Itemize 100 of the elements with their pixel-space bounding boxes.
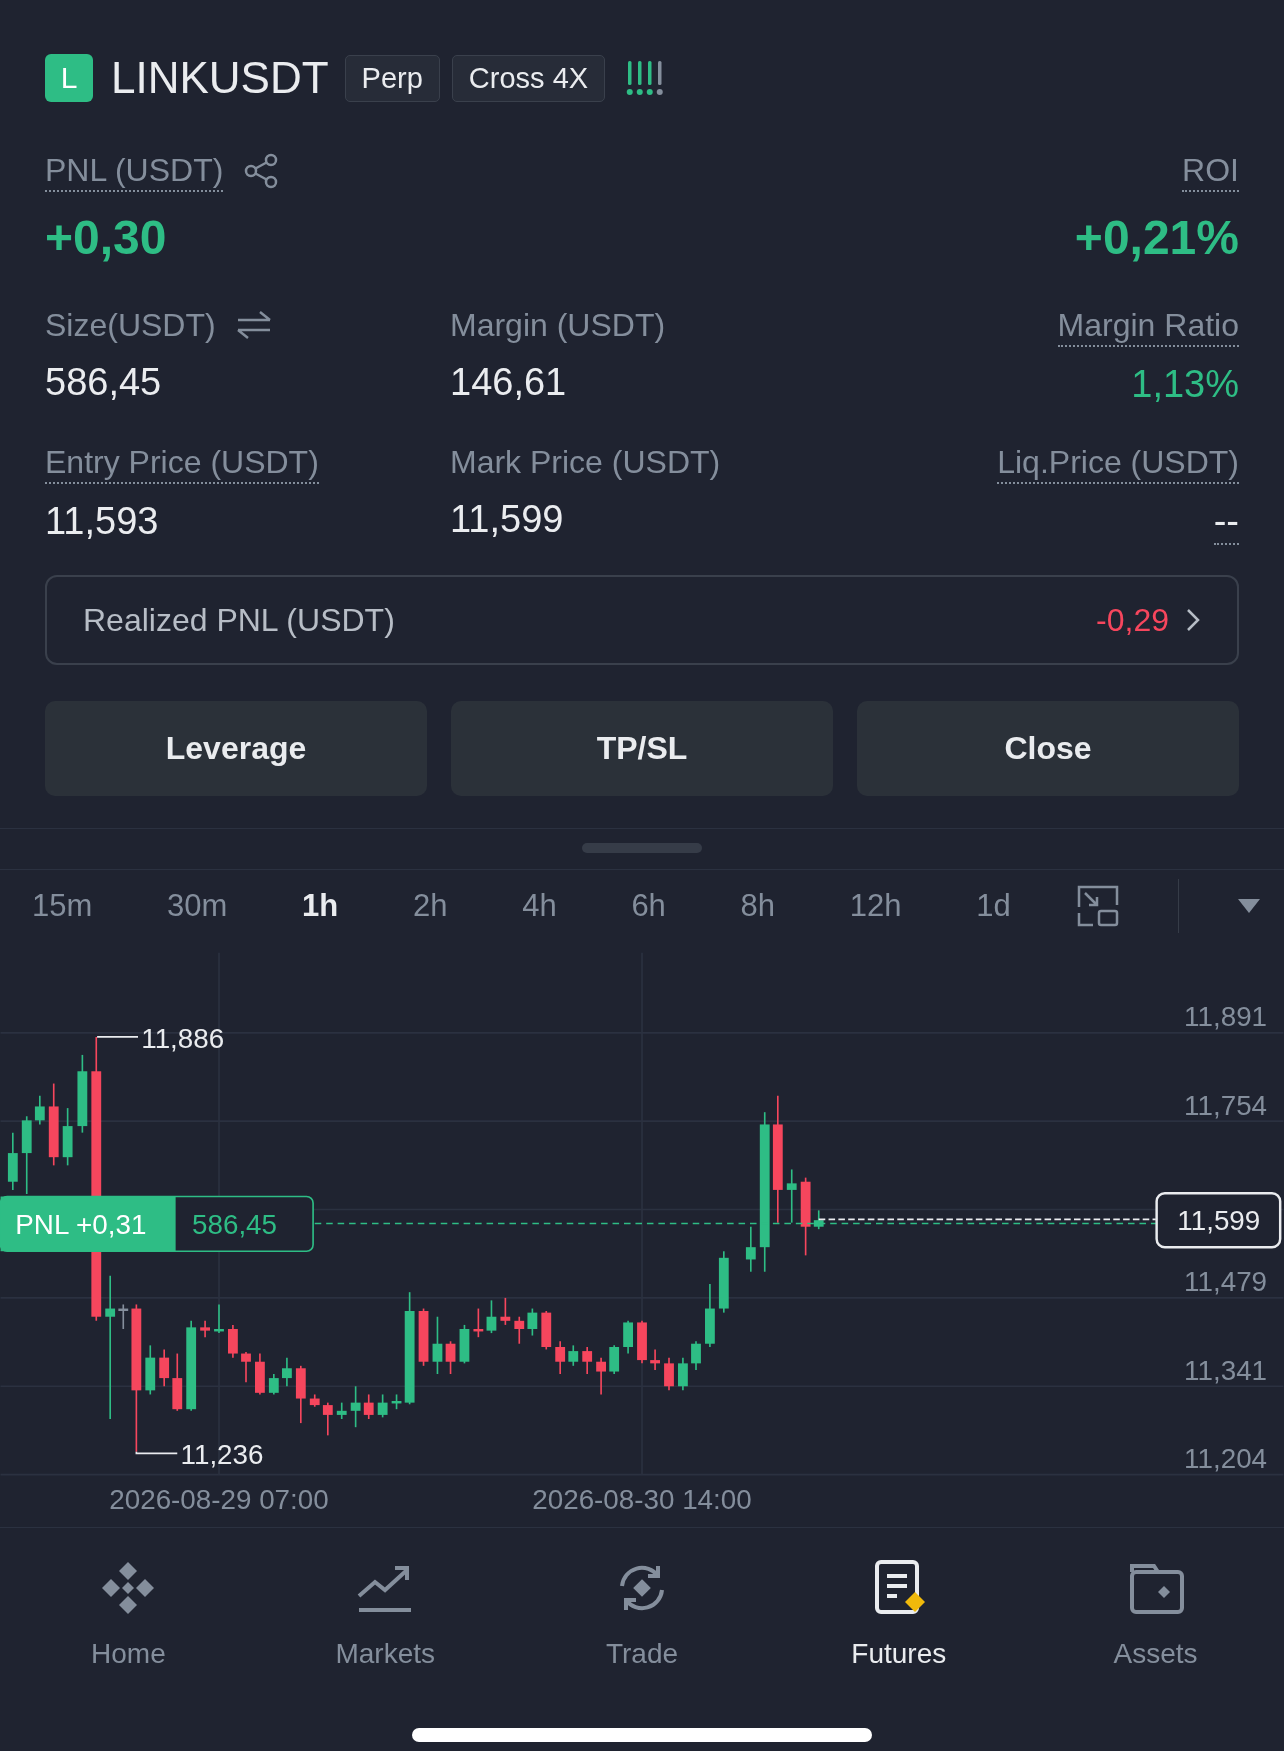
fullscreen-toggle-icon[interactable]	[1077, 885, 1120, 927]
candlestick	[486, 1299, 497, 1334]
interval-tab[interactable]: 15m	[24, 882, 101, 930]
action-button[interactable]: TP/SL	[451, 701, 833, 796]
candlestick	[322, 1401, 333, 1437]
candlestick	[637, 1320, 647, 1365]
position-tag: Cross 4X	[451, 54, 606, 102]
candlestick	[527, 1307, 538, 1337]
dropdown-caret-icon[interactable]	[1237, 899, 1260, 913]
candlestick	[650, 1348, 660, 1371]
nav-tab[interactable]: Trade	[513, 1558, 771, 1670]
nav-tab[interactable]: Markets	[256, 1558, 514, 1670]
candlestick	[391, 1393, 402, 1410]
price-axis-label: 11,341	[1184, 1354, 1268, 1386]
candlestick	[62, 1107, 73, 1167]
candlestick	[514, 1315, 525, 1345]
price-axis-label: 11,204	[1184, 1443, 1268, 1475]
high-price-label: 11,886	[141, 1022, 225, 1054]
candlestick	[500, 1297, 511, 1326]
candlestick	[813, 1209, 824, 1230]
roi-value: +0,21%	[1074, 210, 1239, 265]
action-button[interactable]: Close	[857, 701, 1239, 796]
candlestick	[7, 1131, 18, 1191]
candlestick	[691, 1340, 701, 1371]
candlestick	[609, 1344, 620, 1375]
candlestick	[473, 1307, 484, 1338]
time-axis-label: 2026-08-29 07:00	[109, 1484, 329, 1515]
candlestick	[623, 1320, 633, 1355]
interval-tab[interactable]: 12h	[841, 882, 910, 930]
symbol-title: LINKUSDT	[111, 53, 329, 103]
interval-tab[interactable]: 1d	[968, 882, 1019, 930]
interval-tab[interactable]: 1h	[294, 882, 347, 930]
interval-tab[interactable]: 2h	[404, 882, 456, 930]
stat-label: Mark Price (USDT)	[450, 443, 721, 482]
candlestick	[664, 1356, 674, 1392]
nav-tab[interactable]: Home	[0, 1558, 257, 1670]
bars-indicator-icon	[625, 59, 664, 97]
stat-value: 1,13%	[1131, 363, 1239, 406]
candlestick	[228, 1324, 238, 1359]
stat-label: Entry Price (USDT)	[45, 442, 319, 484]
candlestick	[34, 1095, 45, 1126]
action-button[interactable]: Leverage	[45, 701, 427, 796]
candlestick	[309, 1393, 320, 1408]
interval-tab[interactable]: 4h	[514, 882, 565, 930]
interval-tab[interactable]: 30m	[159, 882, 236, 930]
price-axis-label: 11,754	[1184, 1089, 1268, 1121]
price-axis-label: 11,891	[1184, 1001, 1268, 1033]
interval-tab[interactable]: 6h	[623, 882, 674, 930]
candlestick	[432, 1315, 443, 1375]
candlestick	[241, 1351, 251, 1383]
swap-arrows-icon[interactable]	[235, 309, 272, 341]
leader-line	[96, 1036, 139, 1038]
candlestick	[118, 1303, 129, 1330]
interval-tab[interactable]: 8h	[732, 882, 784, 930]
position-size: 586,45	[192, 1209, 278, 1241]
last-price-tag: 11,599	[1155, 1191, 1282, 1249]
stat-label: Liq.Price (USDT)	[997, 442, 1239, 484]
candlestick	[678, 1356, 688, 1392]
candlestick	[555, 1340, 566, 1375]
position-pnl: PNL +0,31	[15, 1209, 147, 1241]
candlestick	[377, 1393, 388, 1419]
roi-label: ROI	[1182, 150, 1239, 192]
realized-pnl-row[interactable]: Realized PNL (USDT) -0,29	[45, 575, 1239, 665]
nav-tab[interactable]: Assets	[1027, 1558, 1284, 1670]
candlestick	[159, 1348, 170, 1388]
low-price-label: 11,236	[180, 1439, 264, 1470]
candlestick	[459, 1324, 470, 1365]
price-axis-label: 11,479	[1184, 1266, 1268, 1298]
candlestick	[718, 1250, 729, 1314]
candlestick	[172, 1352, 183, 1412]
candlestick	[541, 1310, 552, 1351]
realized-pnl-label: Realized PNL (USDT)	[83, 601, 395, 639]
candlestick	[596, 1356, 606, 1396]
position-tag[interactable]: PNL +0,31 586,45	[0, 1195, 314, 1253]
candlestick	[363, 1393, 374, 1420]
candlestick	[445, 1340, 456, 1375]
candlestick	[568, 1344, 579, 1367]
share-icon[interactable]	[243, 153, 280, 189]
candlestick	[282, 1356, 292, 1388]
candlestick	[214, 1303, 224, 1334]
stat-value: 586,45	[45, 361, 162, 404]
stat-label: Margin Ratio	[1057, 305, 1239, 347]
candlestick	[582, 1346, 593, 1375]
time-axis-label: 2026-08-30 14:00	[532, 1484, 752, 1515]
coin-badge: L	[45, 54, 93, 102]
candlestick	[705, 1283, 715, 1348]
nav-tab[interactable]: Futures	[770, 1558, 1028, 1670]
stat-value: --	[1213, 500, 1239, 545]
stat-value: 11,599	[450, 498, 564, 541]
candlestick	[295, 1365, 306, 1424]
pnl-value: +0,30	[45, 210, 168, 265]
stat-label: Size(USDT)	[45, 306, 216, 345]
stat-label: Margin (USDT)	[450, 306, 666, 345]
stat-value: 11,593	[45, 500, 159, 543]
candlestick	[200, 1320, 210, 1338]
candlestick	[255, 1352, 265, 1396]
pnl-label: PNL (USDT)	[45, 150, 224, 192]
drag-handle[interactable]	[582, 843, 702, 853]
candlestick	[745, 1225, 756, 1273]
leader-line	[135, 1450, 179, 1455]
